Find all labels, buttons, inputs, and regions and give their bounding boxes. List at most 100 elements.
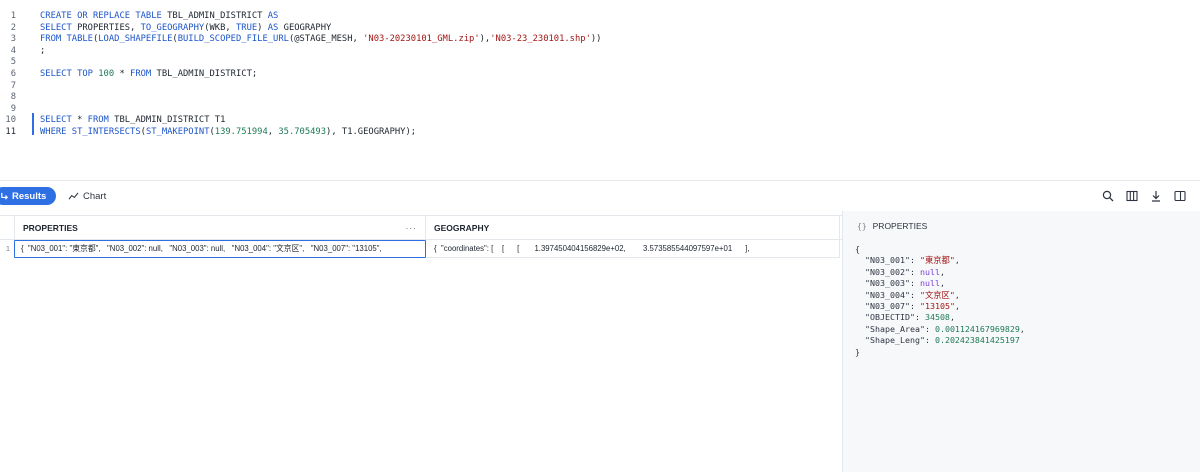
split-view-icon[interactable]	[1174, 190, 1186, 202]
code-token: 139.751994	[214, 127, 268, 137]
cell-properties[interactable]: { "N03_001": "東京都", "N03_002": null, "N0…	[14, 240, 426, 258]
code-token: TBL_ADMIN_DISTRICT T1	[114, 115, 226, 125]
code-token: (@STAGE_MESH,	[288, 34, 364, 44]
object-type-icon: {}	[857, 221, 867, 231]
json-entry: "OBJECTID": 34508,	[865, 312, 955, 323]
line-number: 10	[5, 115, 16, 125]
json-key: "N03_002"	[865, 266, 910, 277]
json-key: "N03_004"	[865, 289, 910, 300]
code-text: FROM TABLE(LOAD_SHAPEFILE(BUILD_SCOPED_F…	[40, 33, 601, 45]
code-line[interactable]: 5	[0, 56, 1200, 68]
table-row[interactable]: 1 { "N03_001": "東京都", "N03_002": null, "…	[0, 240, 842, 260]
line-number: 3	[10, 34, 16, 44]
code-token: TBL_ADMIN_DISTRICT;	[156, 69, 258, 79]
code-token: FROM	[87, 115, 115, 125]
code-text: SELECT * FROM TBL_ADMIN_DISTRICT T1	[40, 114, 225, 126]
columns-icon[interactable]	[1126, 190, 1138, 202]
json-key: "N03_001"	[865, 255, 910, 266]
sql-editor[interactable]: 1 CREATE OR REPLACE TABLE TBL_ADMIN_DISTR…	[0, 0, 1200, 181]
code-line[interactable]: 3 FROM TABLE(LOAD_SHAPEFILE(BUILD_SCOPED_…	[0, 33, 1200, 45]
code-line[interactable]: 6 SELECT TOP 100 * FROM TBL_ADMIN_DISTRIC…	[0, 68, 1200, 80]
code-token: AS	[267, 23, 284, 33]
json-key: "N03_003"	[865, 278, 910, 289]
json-viewer[interactable]: { "N03_001": "東京都", "N03_002": null, "N0…	[855, 244, 1025, 358]
column-header-label: GEOGRAPHY	[434, 223, 490, 233]
json-value: "東京都"	[919, 255, 955, 266]
json-entry: "Shape_Leng": 0.202423841425197	[865, 335, 1020, 346]
json-close-brace: }	[855, 346, 860, 357]
code-token: *	[77, 115, 88, 125]
code-token: 'N03-20230101_GML.zip'	[363, 34, 480, 44]
line-number: 6	[10, 69, 16, 79]
code-token: ), T1.GEOGRAPHY);	[326, 127, 417, 137]
json-key: "N03_007"	[865, 301, 910, 312]
json-key: "Shape_Area"	[865, 323, 925, 334]
json-value: "13105"	[919, 301, 955, 312]
code-token: SELECT TOP	[40, 69, 99, 79]
code-line[interactable]: 11 WHERE ST_INTERSECTS(ST_MAKEPOINT(139.7…	[0, 126, 1200, 138]
json-entry: "N03_003": null,	[865, 278, 945, 289]
cell-geography[interactable]: { "coordinates": [ [ [ 1.397450404156829…	[426, 240, 840, 258]
code-token: 35.705493	[278, 127, 327, 137]
code-token: TRUE	[235, 23, 258, 33]
code-token: SELECT	[40, 115, 78, 125]
tab-chart[interactable]: Chart	[68, 187, 106, 205]
code-token: CREATE OR REPLACE TABLE	[40, 11, 168, 21]
detail-title: PROPERTIES	[872, 221, 928, 231]
json-key: "OBJECTID"	[865, 312, 915, 323]
tab-results[interactable]: Results	[0, 187, 56, 205]
code-token: LOAD_SHAPEFILE	[98, 34, 173, 44]
code-token: PROPERTIES,	[77, 23, 141, 33]
code-token: AS	[267, 11, 279, 21]
code-token: ST_INTERSECTS	[71, 127, 141, 137]
results-grid: PROPERTIES ··· GEOGRAPHY 1 { "N03_001": …	[0, 215, 842, 472]
code-token: BUILD_SCOPED_FILE_URL	[177, 34, 289, 44]
code-line[interactable]: 1 CREATE OR REPLACE TABLE TBL_ADMIN_DISTR…	[0, 10, 1200, 22]
code-line[interactable]: 10 SELECT * FROM TBL_ADMIN_DISTRICT T1	[0, 114, 1200, 126]
code-token: *	[114, 69, 131, 79]
code-token: ))	[590, 34, 602, 44]
chart-line-icon	[68, 192, 79, 200]
column-menu-icon[interactable]: ···	[406, 216, 418, 240]
tab-results-label: Results	[12, 190, 47, 202]
code-token: TO_GEOGRAPHY	[140, 23, 205, 33]
code-token: )	[257, 23, 268, 33]
json-entry: "Shape_Area": 0.001124167969829,	[865, 323, 1025, 334]
code-token: 100	[98, 69, 115, 79]
json-entry: "N03_004": "文京区",	[865, 289, 960, 300]
code-token: FROM	[130, 69, 157, 79]
line-number: 5	[10, 57, 16, 67]
line-number: 11	[5, 127, 16, 137]
return-arrow-icon	[1, 192, 9, 200]
json-entry: "N03_002": null,	[865, 266, 945, 277]
code-token: ),	[479, 34, 491, 44]
code-token: (WKB,	[204, 23, 236, 33]
line-number: 1	[10, 11, 16, 21]
search-icon[interactable]	[1102, 190, 1114, 202]
json-value: 0.202423841425197	[934, 335, 1020, 346]
code-text: CREATE OR REPLACE TABLE TBL_ADMIN_DISTRI…	[40, 10, 278, 22]
json-value: null	[919, 266, 940, 277]
code-token: ;	[40, 46, 46, 56]
code-token: WHERE	[40, 127, 72, 137]
code-token: TBL_ADMIN_DISTRICT	[167, 11, 268, 21]
code-text: WHERE ST_INTERSECTS(ST_MAKEPOINT(139.751…	[40, 126, 416, 138]
download-icon[interactable]	[1150, 190, 1162, 202]
json-entry: "N03_001": "東京都",	[865, 255, 960, 266]
code-token: 'N03-23_230101.shp'	[490, 34, 591, 44]
json-key: "Shape_Leng"	[865, 335, 925, 346]
json-value: "文京区"	[919, 289, 955, 300]
code-token: FROM TABLE	[40, 34, 93, 44]
code-token: ST_MAKEPOINT	[145, 127, 210, 137]
column-header-properties[interactable]: PROPERTIES ···	[14, 216, 426, 240]
detail-pane: {} PROPERTIES { "N03_001": "東京都", "N03_0…	[842, 211, 1200, 472]
code-line[interactable]: 8	[0, 91, 1200, 103]
grid-header: PROPERTIES ··· GEOGRAPHY	[0, 215, 842, 240]
json-entry: "N03_007": "13105",	[865, 301, 960, 312]
code-token: GEOGRAPHY	[283, 23, 332, 33]
json-value: 0.001124167969829	[934, 323, 1020, 334]
json-value: null	[919, 278, 940, 289]
code-token: SELECT	[40, 23, 78, 33]
column-header-geography[interactable]: GEOGRAPHY	[426, 216, 840, 240]
line-number: 8	[10, 92, 16, 102]
